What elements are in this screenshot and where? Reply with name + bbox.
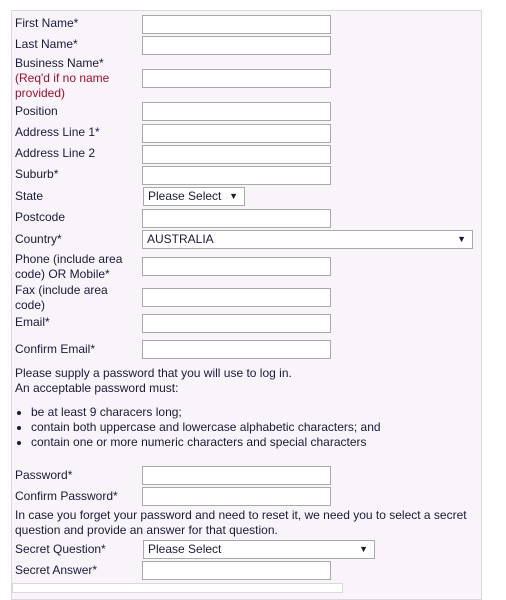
confirm-password-label: Confirm Password* — [15, 489, 118, 503]
password-input[interactable] — [142, 466, 331, 485]
triangle-down-icon: ▼ — [457, 234, 466, 244]
last-name-input[interactable] — [142, 36, 331, 55]
secret-answer-label: Secret Answer* — [15, 563, 98, 577]
business-name-note: (Req'd if no name provided) — [15, 71, 110, 100]
password-rule: contain both uppercase and lowercase alp… — [31, 420, 381, 435]
password-rule: contain one or more numeric characters a… — [31, 435, 381, 450]
secret-question-select[interactable]: Please Select ▼ — [143, 540, 375, 559]
address1-label: Address Line 1* — [15, 125, 100, 139]
fax-input[interactable] — [142, 288, 331, 307]
postcode-label: Postcode — [15, 210, 66, 224]
triangle-down-icon: ▼ — [229, 191, 238, 201]
password-label: Password* — [15, 468, 73, 482]
first-name-label: First Name* — [15, 16, 79, 30]
state-select[interactable]: Please Select ▼ — [143, 187, 245, 206]
address2-input[interactable] — [142, 145, 331, 164]
business-name-text: Business Name* — [15, 56, 104, 70]
country-label: Country* — [15, 232, 62, 246]
state-select-value: Please Select — [148, 189, 222, 203]
email-label: Email* — [15, 315, 50, 329]
password-rule: be at least 9 characers long; — [31, 405, 381, 420]
state-label: State — [15, 189, 44, 203]
secret-intro: In case you forget your password and nee… — [15, 508, 467, 537]
triangle-down-icon: ▼ — [359, 544, 368, 554]
phone-label: Phone (include area code) OR Mobile* — [15, 252, 123, 281]
suburb-label: Suburb* — [15, 167, 59, 181]
business-name-label: Business Name* (Req'd if no name provide… — [15, 56, 135, 101]
first-name-input[interactable] — [142, 15, 331, 34]
secret-answer-input[interactable] — [142, 561, 331, 580]
password-intro-2: An acceptable password must: — [15, 381, 179, 395]
password-intro: Please supply a password that you will u… — [15, 366, 292, 380]
address1-input[interactable] — [142, 124, 331, 143]
position-label: Position — [15, 104, 58, 118]
postcode-input[interactable] — [142, 209, 331, 228]
secret-question-label: Secret Question* — [15, 542, 106, 556]
confirm-email-input[interactable] — [142, 340, 331, 359]
secret-question-value: Please Select — [148, 542, 222, 556]
confirm-email-label: Confirm Email* — [15, 342, 96, 356]
confirm-password-input[interactable] — [142, 487, 331, 506]
captcha-box — [12, 583, 343, 593]
country-select-value: AUSTRALIA — [147, 232, 214, 246]
address2-label: Address Line 2 — [15, 146, 96, 160]
business-name-input[interactable] — [142, 69, 331, 88]
phone-input[interactable] — [142, 257, 331, 276]
suburb-input[interactable] — [142, 166, 331, 185]
email-input[interactable] — [142, 314, 331, 333]
last-name-label: Last Name* — [15, 37, 78, 51]
position-input[interactable] — [142, 102, 331, 121]
password-rules-list: be at least 9 characers long; contain bo… — [15, 405, 381, 450]
fax-label: Fax (include area code) — [15, 283, 108, 312]
country-select[interactable]: AUSTRALIA ▼ — [142, 230, 473, 249]
